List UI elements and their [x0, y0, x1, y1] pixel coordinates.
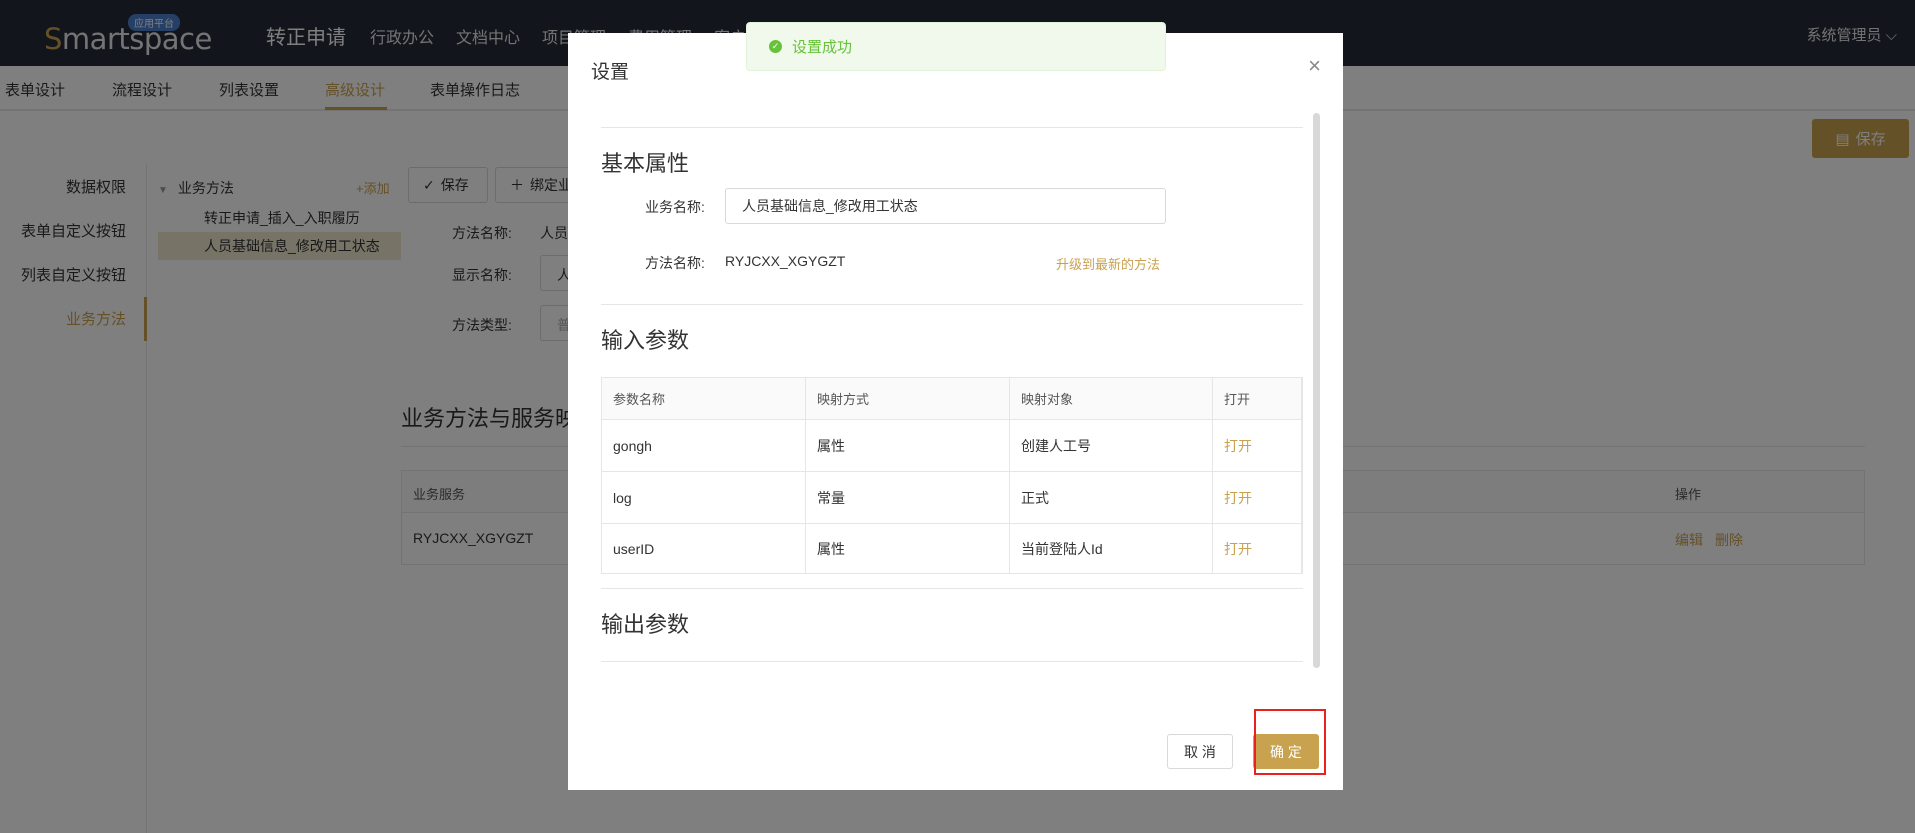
header-mapping-mode: 映射方式 [806, 378, 1010, 419]
header-mapping-target: 映射对象 [1010, 378, 1213, 419]
basic-properties-title: 基本属性 [601, 151, 690, 176]
toast-text: 设置成功 [792, 39, 853, 56]
open-link[interactable]: 打开 [1213, 420, 1302, 471]
param-name-cell: userID [602, 524, 806, 574]
table-row: log 常量 正式 打开 [602, 472, 1302, 524]
output-params-title: 输出参数 [601, 612, 690, 637]
mapping-target-cell[interactable]: 当前登陆人Id [1010, 524, 1213, 574]
open-link[interactable]: 打开 [1213, 524, 1302, 574]
biz-name-label: 业务名称: [645, 199, 705, 215]
method-name-label: 方法名称: [645, 255, 705, 271]
header-param-name: 参数名称 [602, 378, 806, 419]
upgrade-method-link[interactable]: 升级到最新的方法 [1056, 254, 1160, 273]
mapping-target-cell[interactable]: 正式 [1010, 472, 1213, 523]
success-toast: ✓ 设置成功 [746, 22, 1166, 71]
divider [601, 127, 1303, 128]
output-params-table [601, 661, 1303, 669]
confirm-button-highlight [1254, 709, 1326, 775]
method-name-value: RYJCXX_XGYGZT [725, 253, 846, 269]
table-row: userID 属性 当前登陆人Id 打开 [602, 524, 1302, 574]
mapping-mode-cell[interactable]: 属性 [806, 420, 1010, 471]
open-link[interactable]: 打开 [1213, 472, 1302, 523]
success-check-icon: ✓ [769, 40, 782, 53]
divider [601, 588, 1303, 589]
table-header-row: 参数名称 映射方式 映射对象 打开 [602, 378, 1302, 420]
mapping-target-cell[interactable]: 创建人工号 [1010, 420, 1213, 471]
input-params-table: 参数名称 映射方式 映射对象 打开 gongh 属性 创建人工号 打开 log … [601, 377, 1303, 574]
param-name-cell: gongh [602, 420, 806, 471]
settings-dialog: 设置 × 基本属性 业务名称: 人员基础信息_修改用工状态 方法名称: RYJC… [568, 33, 1343, 790]
param-name-cell: log [602, 472, 806, 523]
divider [601, 304, 1303, 305]
close-icon[interactable]: × [1308, 53, 1321, 79]
mapping-mode-cell[interactable]: 属性 [806, 524, 1010, 574]
table-row: gongh 属性 创建人工号 打开 [602, 420, 1302, 472]
biz-name-input[interactable]: 人员基础信息_修改用工状态 [725, 188, 1166, 224]
mapping-mode-cell[interactable]: 常量 [806, 472, 1010, 523]
cancel-button[interactable]: 取 消 [1167, 734, 1233, 769]
dialog-title: 设置 [591, 62, 630, 83]
dialog-scrollbar[interactable] [1313, 113, 1320, 668]
header-open: 打开 [1213, 378, 1302, 419]
input-params-title: 输入参数 [601, 328, 690, 353]
